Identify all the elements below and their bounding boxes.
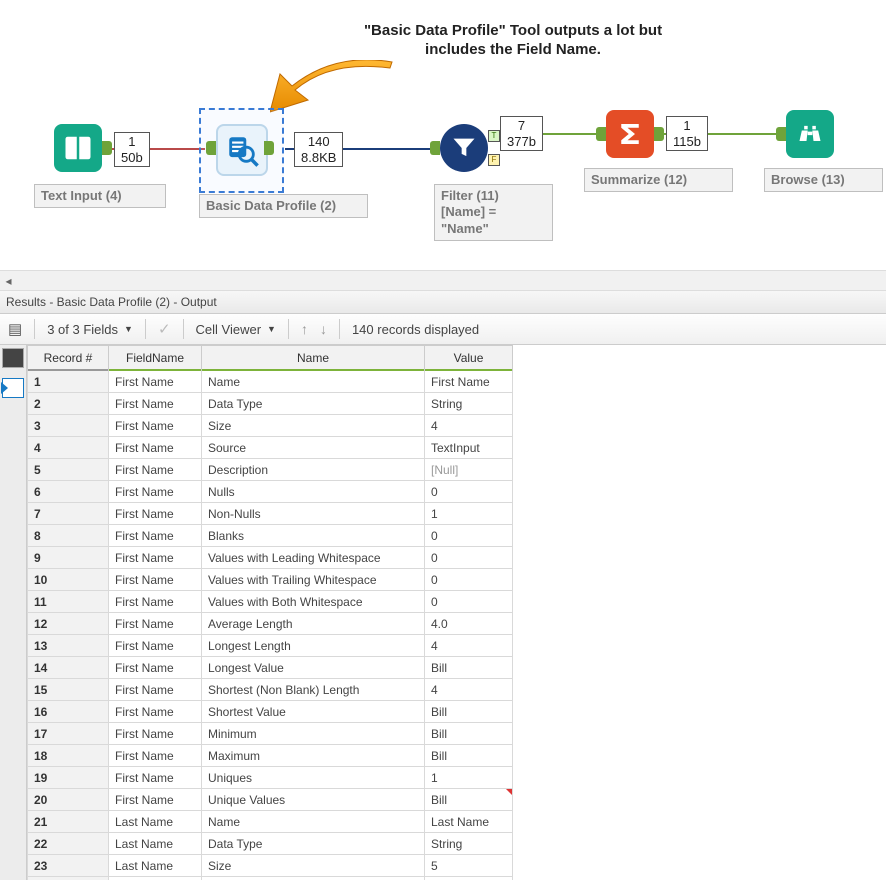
fields-dropdown[interactable]: 3 of 3 Fields▼ bbox=[43, 320, 137, 339]
results-grid[interactable]: Record # FieldName Name Value 1First Nam… bbox=[27, 345, 513, 880]
records-count-label: 140 records displayed bbox=[348, 320, 483, 339]
magnifier-report-icon bbox=[225, 133, 259, 167]
book-icon bbox=[63, 133, 93, 163]
funnel-icon bbox=[450, 134, 478, 162]
tool-label: Filter (11) [Name] = "Name" bbox=[434, 184, 553, 241]
table-row[interactable]: 8First NameBlanks0 bbox=[28, 525, 513, 547]
apply-icon[interactable]: ✓ bbox=[154, 318, 175, 340]
row-gutter bbox=[0, 345, 27, 880]
workflow-canvas[interactable]: "Basic Data Profile" Tool outputs a lot … bbox=[0, 0, 886, 270]
table-row[interactable]: 17First NameMinimumBill bbox=[28, 723, 513, 745]
tool-browse[interactable]: Browse (13) bbox=[786, 110, 834, 158]
col-header-fieldname[interactable]: FieldName bbox=[109, 346, 202, 371]
tool-summarize[interactable]: Summarize (12) bbox=[606, 110, 654, 158]
table-row[interactable]: 5First NameDescription[Null] bbox=[28, 459, 513, 481]
table-row[interactable]: 21Last NameNameLast Name bbox=[28, 811, 513, 833]
anchor-true[interactable]: T bbox=[488, 130, 500, 142]
table-row[interactable]: 6First NameNulls0 bbox=[28, 481, 513, 503]
tool-label: Text Input (4) bbox=[34, 184, 166, 208]
annotation-text: "Basic Data Profile" Tool outputs a lot … bbox=[358, 22, 668, 60]
table-row[interactable]: 14First NameLongest ValueBill bbox=[28, 657, 513, 679]
tool-label: Browse (13) bbox=[764, 168, 883, 192]
list-view-icon[interactable]: ▤ bbox=[4, 318, 26, 340]
col-header-value[interactable]: Value bbox=[425, 346, 513, 371]
results-toolbar: ▤ 3 of 3 Fields▼ ✓ Cell Viewer▼ ↑ ↓ 140 … bbox=[0, 314, 886, 345]
table-row[interactable]: 24Last NameSourceTextInput bbox=[28, 877, 513, 880]
conn-label-filter: 7 377b bbox=[500, 116, 543, 151]
col-header-name[interactable]: Name bbox=[202, 346, 425, 371]
table-row[interactable]: 10First NameValues with Trailing Whitesp… bbox=[28, 569, 513, 591]
col-header-record[interactable]: Record # bbox=[28, 346, 109, 371]
table-row[interactable]: 9First NameValues with Leading Whitespac… bbox=[28, 547, 513, 569]
canvas-hscrollbar[interactable]: ◂ bbox=[0, 270, 886, 291]
table-row[interactable]: 16First NameShortest ValueBill bbox=[28, 701, 513, 723]
table-row[interactable]: 2First NameData TypeString bbox=[28, 393, 513, 415]
tool-filter[interactable]: T F Filter (11) [Name] = "Name" bbox=[440, 124, 488, 172]
table-row[interactable]: 12First NameAverage Length4.0 bbox=[28, 613, 513, 635]
tool-label: Summarize (12) bbox=[584, 168, 733, 192]
cell-viewer-dropdown[interactable]: Cell Viewer▼ bbox=[192, 320, 280, 339]
table-row[interactable]: 4First NameSourceTextInput bbox=[28, 437, 513, 459]
results-title: Results - Basic Data Profile (2) - Outpu… bbox=[0, 291, 886, 314]
table-row[interactable]: 7First NameNon-Nulls1 bbox=[28, 503, 513, 525]
table-row[interactable]: 22Last NameData TypeString bbox=[28, 833, 513, 855]
table-row[interactable]: 1First NameNameFirst Name bbox=[28, 371, 513, 393]
table-row[interactable]: 15First NameShortest (Non Blank) Length4 bbox=[28, 679, 513, 701]
arrow-icon bbox=[270, 60, 400, 120]
tool-label: Basic Data Profile (2) bbox=[199, 194, 368, 218]
table-row[interactable]: 11First NameValues with Both Whitespace0 bbox=[28, 591, 513, 613]
sigma-icon bbox=[615, 119, 645, 149]
sort-asc-icon[interactable]: ↑ bbox=[297, 319, 312, 339]
conn-label-summarize: 1 115b bbox=[666, 116, 708, 151]
tool-text-input[interactable]: Text Input (4) bbox=[54, 124, 102, 172]
conn-label-bdp: 140 8.8KB bbox=[294, 132, 343, 167]
binoculars-icon bbox=[796, 120, 824, 148]
anchor-false[interactable]: F bbox=[488, 154, 500, 166]
conn-label-text-input: 1 50b bbox=[114, 132, 150, 167]
table-row[interactable]: 23Last NameSize5 bbox=[28, 855, 513, 877]
table-row[interactable]: 19First NameUniques1 bbox=[28, 767, 513, 789]
table-row[interactable]: 20First NameUnique ValuesBill bbox=[28, 789, 513, 811]
table-row[interactable]: 18First NameMaximumBill bbox=[28, 745, 513, 767]
scroll-left-icon[interactable]: ◂ bbox=[0, 272, 17, 289]
table-row[interactable]: 3First NameSize4 bbox=[28, 415, 513, 437]
gutter-all-rows[interactable] bbox=[2, 348, 24, 368]
gutter-current-row[interactable] bbox=[2, 378, 24, 398]
sort-desc-icon[interactable]: ↓ bbox=[316, 319, 331, 339]
table-row[interactable]: 13First NameLongest Length4 bbox=[28, 635, 513, 657]
tool-basic-data-profile[interactable]: Basic Data Profile (2) bbox=[216, 124, 268, 176]
